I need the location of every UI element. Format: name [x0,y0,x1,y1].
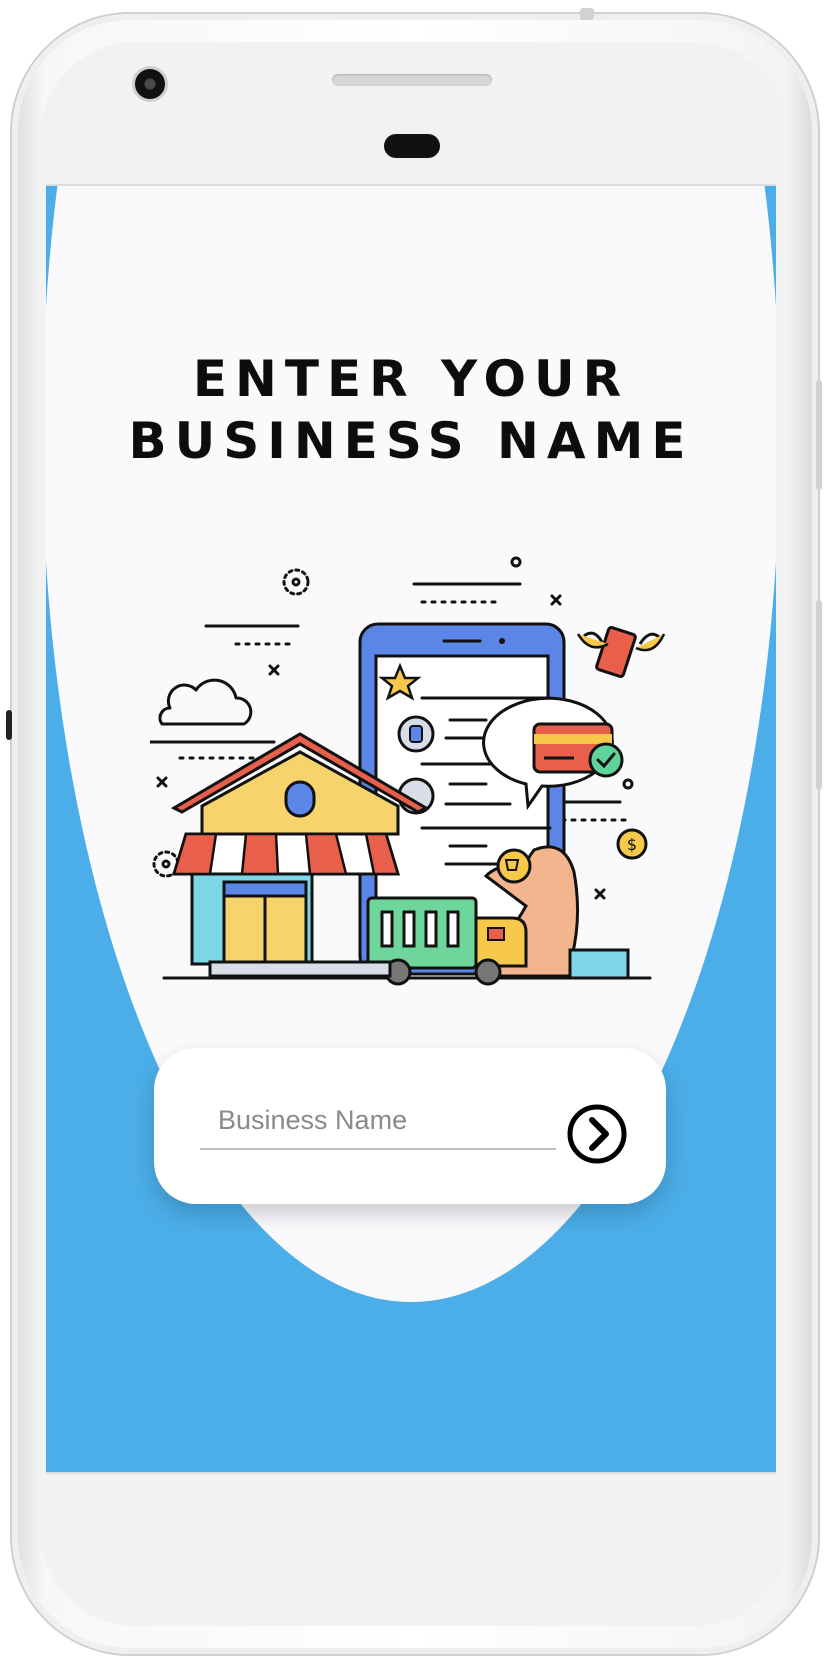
page: ENTER YOUR BUSINESS NAME $ Business Name [0,0,830,1670]
business-name-input[interactable] [200,1098,556,1150]
top-pin [580,8,594,20]
proximity-sensor [384,134,440,158]
title-line-2: BUSINESS NAME [128,412,694,470]
side-button [6,710,12,740]
earpiece-speaker [332,74,492,86]
online-store-illustration-icon: $ [150,556,666,986]
app-screen: ENTER YOUR BUSINESS NAME $ Business Name [46,184,776,1474]
page-title: ENTER YOUR BUSINESS NAME [46,348,776,472]
chevron-right-circle-icon [567,1104,627,1164]
power-button [816,380,822,490]
business-name-card [154,1048,666,1204]
volume-button [816,600,822,790]
front-camera-icon [132,66,168,102]
submit-button[interactable] [565,1102,629,1166]
title-line-1: ENTER YOUR [192,350,630,408]
svg-text:$: $ [627,835,637,854]
